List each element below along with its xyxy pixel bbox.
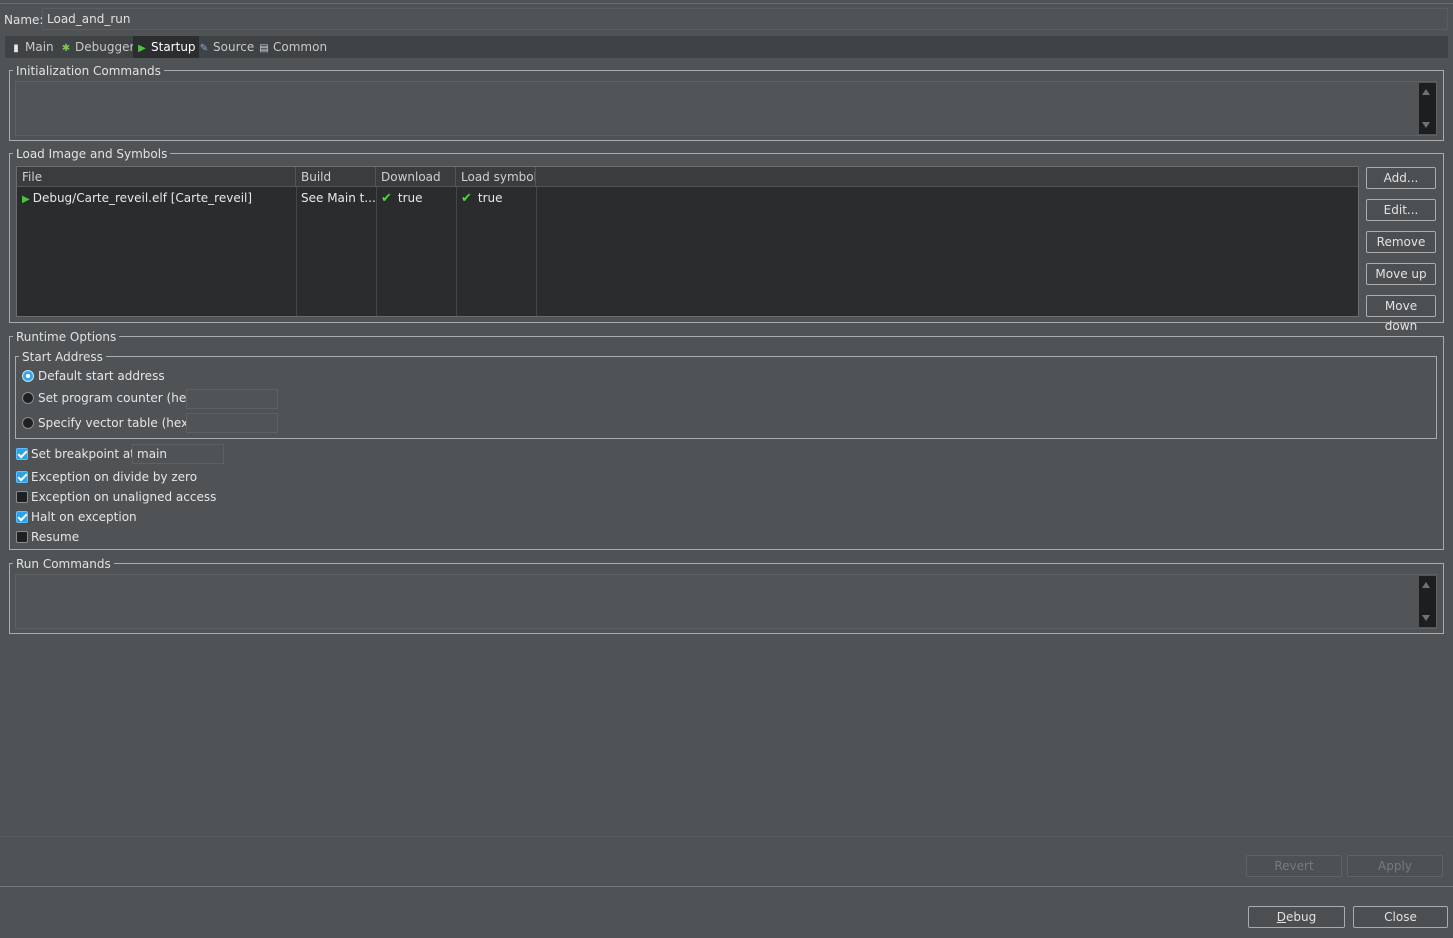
column-header-build[interactable]: Build: [296, 167, 376, 187]
launch-configuration-dialog: Name: ▮ Main ✱ Debugger ▶ Startup ✎ Source ▤…: [0, 0, 1453, 938]
checkmark-icon: ✔: [381, 191, 392, 206]
set-breakpoint-label: Set breakpoint at:: [31, 447, 140, 461]
breakpoint-input[interactable]: main: [132, 444, 224, 464]
default-start-address-label: Default start address: [38, 369, 165, 383]
name-label: Name:: [4, 13, 44, 27]
cell-download: ✔ true: [376, 189, 456, 207]
tab-common-label: Common: [273, 40, 328, 54]
tab-startup[interactable]: ▶ Startup: [133, 36, 199, 58]
tab-source[interactable]: ✎ Source: [195, 36, 257, 58]
scroll-up-icon[interactable]: [1422, 582, 1430, 588]
add-button[interactable]: Add...: [1366, 167, 1436, 189]
run-commands-scrollbar[interactable]: [1419, 576, 1436, 627]
tab-source-label: Source: [213, 40, 255, 54]
tab-debugger[interactable]: ✱ Debugger: [57, 36, 137, 58]
column-header-load-symbols[interactable]: Load symbols: [456, 167, 536, 187]
move-down-button[interactable]: Move down: [1366, 295, 1436, 333]
cell-load-symbols-text: true: [477, 191, 503, 205]
default-start-address-radio[interactable]: [22, 370, 34, 382]
cell-download-text: true: [397, 191, 423, 205]
top-divider: [0, 3, 1453, 4]
halt-on-exception-label: Halt on exception: [31, 510, 137, 524]
run-commands-title: Run Commands: [13, 557, 114, 571]
window-icon: ▤: [259, 43, 269, 54]
init-commands-textarea[interactable]: [15, 81, 1437, 136]
checkmark-icon: ✔: [461, 191, 472, 206]
unaligned-access-checkbox[interactable]: [16, 491, 28, 503]
resume-label: Resume: [31, 530, 80, 544]
scroll-down-icon[interactable]: [1422, 122, 1430, 128]
column-header-file[interactable]: File: [17, 167, 296, 187]
footer-divider: [0, 886, 1453, 887]
document-icon: ▮: [13, 43, 19, 54]
resume-checkbox[interactable]: [16, 531, 28, 543]
tab-startup-label: Startup: [151, 40, 196, 54]
remove-button[interactable]: Remove: [1366, 231, 1436, 253]
edit-button[interactable]: Edit...: [1366, 199, 1436, 221]
vector-table-label: Specify vector table (hex):: [38, 416, 197, 430]
init-commands-title: Initialization Commands: [13, 64, 164, 78]
bug-icon: ✱: [61, 43, 71, 54]
unaligned-access-label: Exception on unaligned access: [31, 490, 217, 504]
vector-table-radio[interactable]: [22, 417, 34, 429]
divider: [0, 836, 1453, 837]
cell-file: ▶ Debug/Carte_reveil.elf [Carte_reveil]: [17, 189, 296, 207]
debug-mnemonic: D: [1276, 910, 1286, 924]
tab-common[interactable]: ▤ Common: [255, 36, 330, 58]
runtime-options-title: Runtime Options: [13, 330, 120, 344]
table-header: File Build Download Load symbols: [17, 167, 1358, 187]
column-divider: [536, 187, 537, 316]
play-icon: ▶: [138, 43, 146, 54]
debug-button[interactable]: Debug: [1248, 906, 1345, 928]
cell-build: See Main t...: [301, 191, 376, 205]
init-commands-scrollbar[interactable]: [1419, 83, 1436, 134]
close-button[interactable]: Close: [1353, 906, 1448, 928]
apply-button[interactable]: Apply: [1347, 855, 1443, 877]
tab-main-label: Main: [25, 40, 54, 54]
load-image-table[interactable]: File Build Download Load symbols ▶ Debug/…: [16, 166, 1359, 317]
halt-on-exception-checkbox[interactable]: [16, 511, 28, 523]
set-breakpoint-checkbox[interactable]: [16, 448, 28, 460]
load-image-title: Load Image and Symbols: [13, 147, 171, 161]
source-icon: ✎: [199, 43, 209, 54]
program-counter-radio[interactable]: [22, 392, 34, 404]
cell-load-symbols: ✔ true: [456, 189, 536, 207]
program-counter-input[interactable]: [186, 389, 278, 409]
run-commands-textarea[interactable]: [15, 574, 1437, 629]
start-address-title: Start Address: [19, 350, 106, 364]
scroll-down-icon[interactable]: [1422, 615, 1430, 621]
move-up-button[interactable]: Move up: [1366, 263, 1436, 285]
tab-bar: ▮ Main ✱ Debugger ▶ Startup ✎ Source ▤ Common: [5, 36, 1448, 58]
revert-button[interactable]: Revert: [1246, 855, 1342, 877]
name-input[interactable]: [42, 8, 1448, 30]
scroll-up-icon[interactable]: [1422, 89, 1430, 95]
column-header-download[interactable]: Download: [376, 167, 456, 187]
divide-by-zero-label: Exception on divide by zero: [31, 470, 198, 484]
program-counter-label: Set program counter (hex):: [38, 391, 202, 405]
divide-by-zero-checkbox[interactable]: [16, 471, 28, 483]
play-icon: ▶: [22, 194, 30, 205]
cell-file-text: Debug/Carte_reveil.elf [Carte_reveil]: [32, 191, 253, 205]
tab-debugger-label: Debugger: [75, 40, 135, 54]
vector-table-input[interactable]: [186, 413, 278, 433]
debug-button-label: ebug: [1286, 910, 1317, 924]
tab-main[interactable]: ▮ Main: [7, 36, 57, 58]
